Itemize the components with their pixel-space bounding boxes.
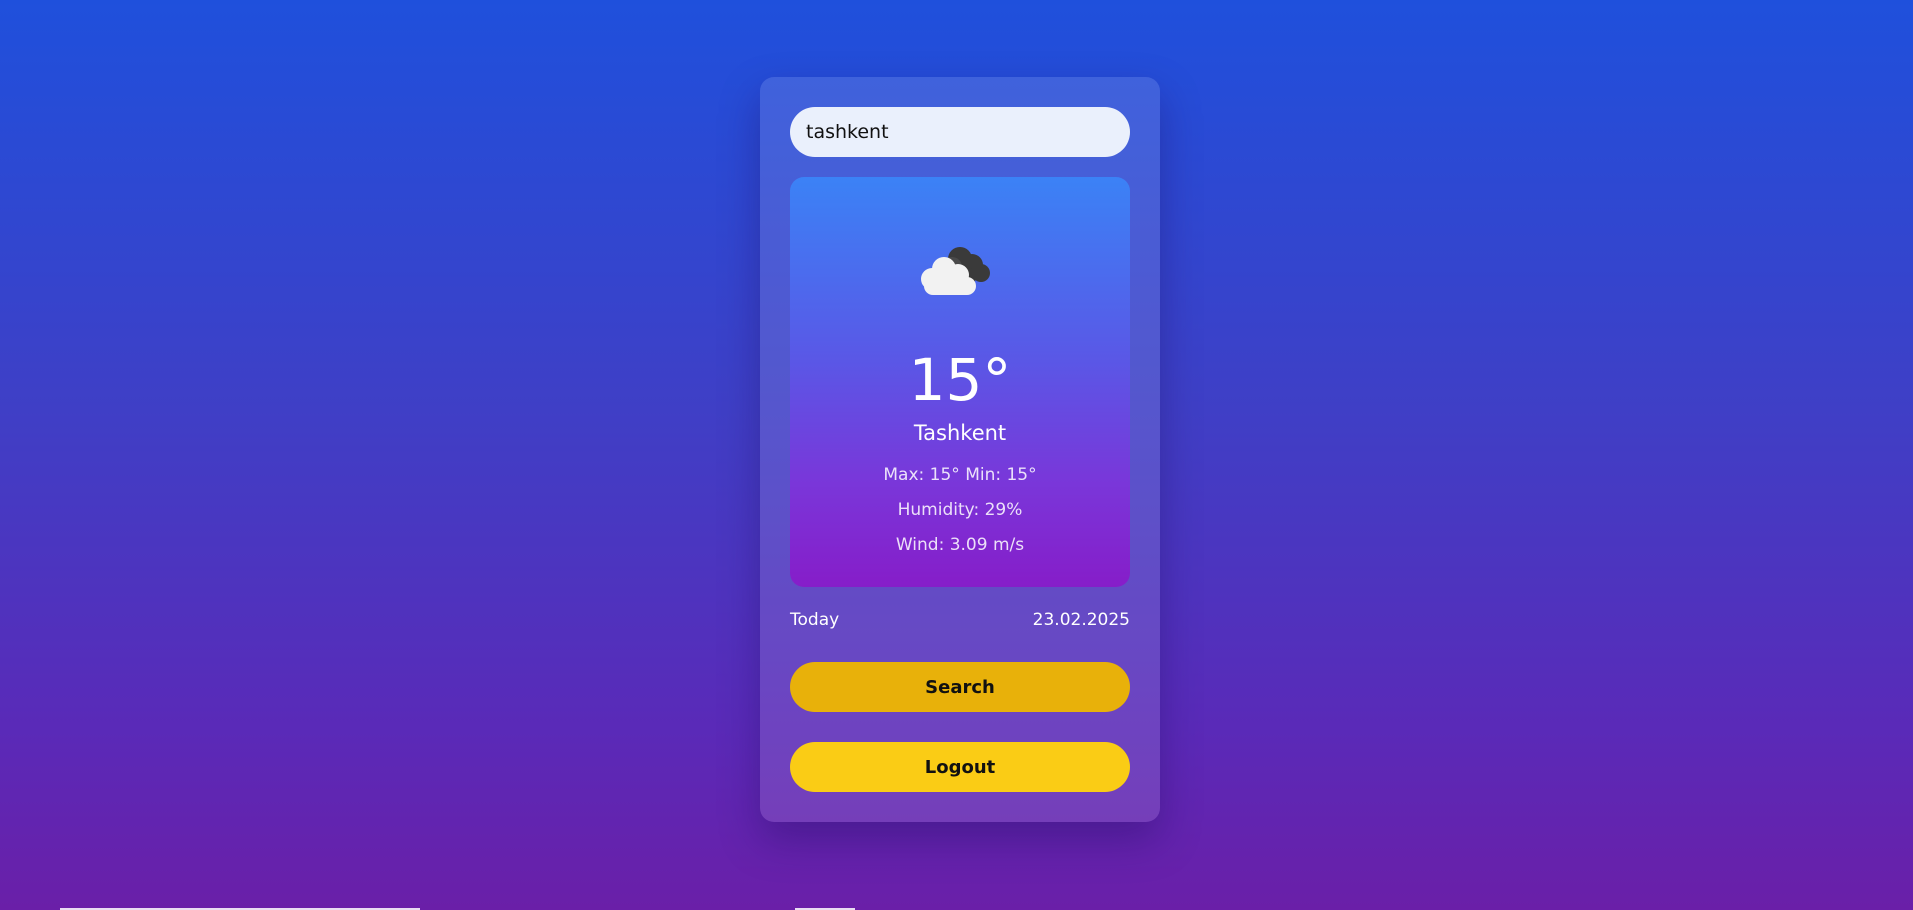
date-row: Today 23.02.2025 — [790, 607, 1130, 633]
temperature: 15° — [908, 346, 1012, 414]
weather-panel: 15° Tashkent Max: 15° Min: 15° Humidity:… — [790, 177, 1130, 587]
humidity: Humidity: 29% — [897, 500, 1023, 520]
city-name: Tashkent — [913, 421, 1007, 445]
search-button[interactable]: Search — [790, 662, 1130, 712]
today-label: Today — [790, 610, 840, 630]
search-input[interactable] — [790, 107, 1130, 157]
cloud-icon — [921, 247, 990, 295]
weather-card: 15° Tashkent Max: 15° Min: 15° Humidity:… — [760, 77, 1160, 822]
date-value: 23.02.2025 — [1032, 610, 1130, 630]
wind: Wind: 3.09 m/s — [895, 535, 1025, 555]
logout-button[interactable]: Logout — [790, 742, 1130, 792]
max-min-temperature: Max: 15° Min: 15° — [883, 465, 1037, 485]
